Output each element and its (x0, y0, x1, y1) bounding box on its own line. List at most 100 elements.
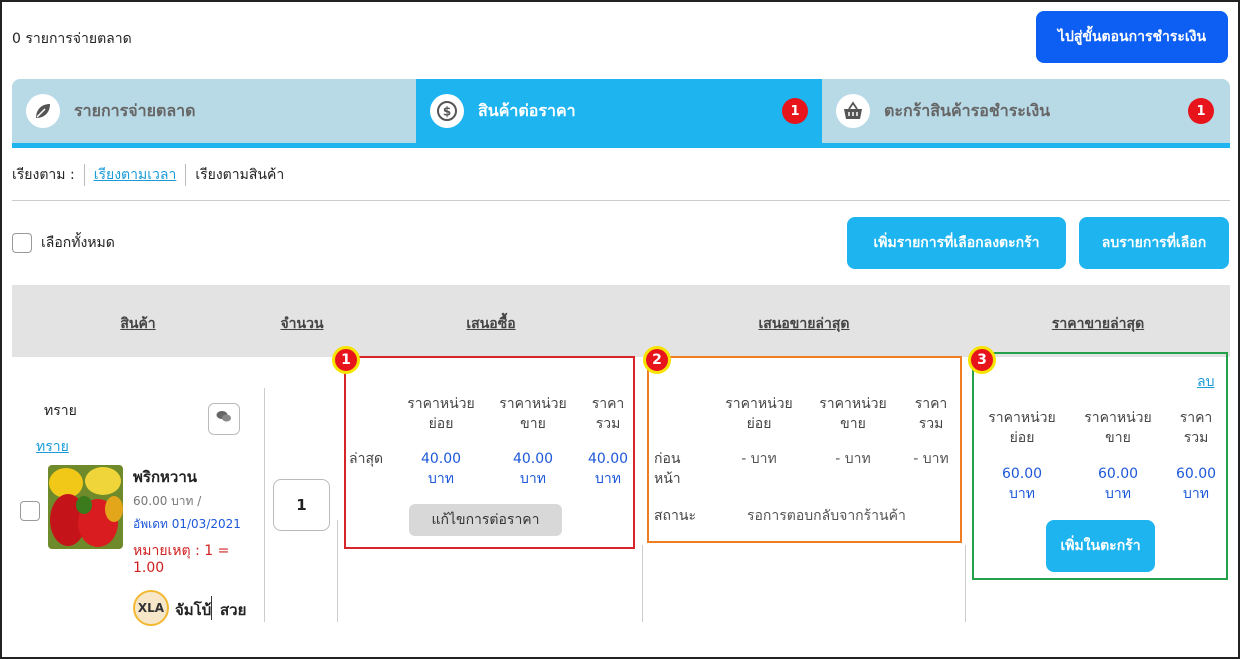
offer-header-unit-b: ราคาหน่วย (499, 396, 567, 412)
currency-unit: บาท (520, 471, 546, 487)
checkout-button[interactable]: ไปสู่ขั้นตอนการชำระเงิน (1036, 11, 1228, 63)
latest-offer-header-total2: รวม (918, 416, 944, 432)
latest-offer-header-unit-b: ราคาหน่วย (819, 396, 887, 412)
currency-unit: บาท (1183, 486, 1209, 502)
divider (12, 200, 1230, 201)
latest-offer-unit-price-b: - บาท (835, 451, 871, 467)
tab-bar: รายการจ่ายตลาด $ สินค้าต่อราคา 1 ตะกร้าส… (12, 79, 1230, 143)
notification-badge: 1 (782, 98, 808, 124)
offer-header-unit-a: ราคาหน่วย (407, 396, 475, 412)
leaf-icon (26, 94, 60, 128)
offer-header-unit-b2: ขาย (520, 416, 546, 432)
currency-unit: บาท (428, 471, 454, 487)
status-value: รอการตอบกลับจากร้านค้า (747, 508, 906, 524)
latest-unit-price-a: 60.00 (1001, 466, 1043, 482)
column-header-offer[interactable]: เสนอซื้อ (466, 313, 515, 335)
quantity-input[interactable]: 1 (273, 479, 330, 531)
offer-header-total2: รวม (595, 416, 621, 432)
table-header: สินค้า จำนวน เสนอซื้อ เสนอขายล่าสุด ราคา… (12, 285, 1230, 357)
chat-button[interactable] (208, 403, 240, 435)
add-to-cart-button[interactable]: เพิ่มในตะกร้า (1046, 520, 1155, 572)
market-list-count: 0 รายการจ่ายตลาด (12, 31, 132, 47)
offer-row-label: ล่าสุด (349, 451, 384, 467)
sort-options: เรียงตาม : เรียงตามเวลา เรียงตามสินค้า (12, 164, 284, 186)
currency-unit: บาท (1105, 486, 1131, 502)
divider (337, 520, 338, 622)
sort-by-product-link[interactable]: เรียงตามสินค้า (195, 164, 284, 186)
tab-label: รายการจ่ายตลาด (74, 100, 196, 120)
notification-badge: 1 (1188, 98, 1214, 124)
divider (185, 164, 187, 186)
column-header-product[interactable]: สินค้า (120, 313, 155, 335)
divider (642, 545, 643, 622)
sort-by-time-link[interactable]: เรียงตามเวลา (94, 164, 177, 186)
marker-2: 2 (643, 346, 671, 374)
product-name: พริกหวาน (133, 468, 198, 486)
unit-price: 60.00 บาท / (133, 494, 202, 508)
latest-offer-header-unit-b2: ขาย (840, 416, 866, 432)
latest-price-header-unit-a: ราคาหน่วย (988, 410, 1056, 426)
offer-header-total: ราคา (591, 396, 625, 412)
edit-offer-button[interactable]: แก้ไขการต่อราคา (409, 504, 562, 536)
latest-offer-row-label: ก่อน (654, 451, 681, 467)
latest-price-header-total: ราคา (1179, 410, 1213, 426)
currency-unit: บาท (595, 471, 621, 487)
latest-offer-total-price: - บาท (913, 451, 949, 467)
latest-price-header-unit-b2: ขาย (1105, 430, 1131, 446)
latest-price-header-total2: รวม (1183, 430, 1209, 446)
column-header-quantity[interactable]: จำนวน (280, 313, 323, 335)
tab-cart-pending[interactable]: ตะกร้าสินค้ารอชำระเงิน 1 (822, 79, 1230, 143)
dollar-coin-icon: $ (430, 94, 464, 128)
latest-price-header-unit-b: ราคาหน่วย (1084, 410, 1152, 426)
divider (83, 164, 85, 186)
status-label: สถานะ (654, 508, 696, 524)
delete-selected-button[interactable]: ลบรายการที่เลือก (1079, 217, 1229, 269)
latest-offer-unit-price-a: - บาท (741, 451, 777, 467)
seller-avatar: XLA (133, 590, 169, 626)
offer-header-unit-a2: ย่อย (428, 416, 454, 432)
select-all-label: เลือกทั้งหมด (41, 235, 115, 251)
latest-total-price: 60.00 (1175, 466, 1217, 482)
latest-unit-price-b: 60.00 (1097, 466, 1139, 482)
basket-icon (836, 94, 870, 128)
divider (264, 388, 265, 622)
note: หมายเหตุ : 1 = (133, 543, 230, 559)
svg-text:$: $ (443, 105, 451, 119)
offer-unit-price-a: 40.00 (420, 451, 462, 467)
chat-icon (216, 410, 232, 428)
divider (965, 545, 966, 622)
tab-price-offers[interactable]: $ สินค้าต่อราคา 1 (416, 79, 822, 143)
sort-label: เรียงตาม : (12, 167, 75, 183)
note-value: 1.00 (133, 560, 165, 576)
currency-unit: บาท (1009, 486, 1035, 502)
column-header-latest-offer[interactable]: เสนอขายล่าสุด (758, 313, 849, 335)
select-all[interactable]: เลือกทั้งหมด (12, 232, 115, 254)
offer-total-price: 40.00 (587, 451, 629, 467)
seller-tag: สวย (220, 601, 247, 619)
add-selected-to-cart-button[interactable]: เพิ่มรายการที่เลือกลงตะกร้า (847, 217, 1066, 269)
updated-date: อัพเดท 01/03/2021 (133, 517, 241, 531)
offer-unit-price-b: 40.00 (512, 451, 554, 467)
group-name: ทราย (44, 403, 77, 419)
group-link[interactable]: ทราย (36, 436, 69, 458)
select-all-checkbox[interactable] (12, 233, 32, 253)
marker-3: 3 (968, 346, 996, 374)
row-checkbox[interactable] (20, 501, 40, 521)
tab-underline (12, 143, 1230, 148)
tab-label: สินค้าต่อราคา (478, 100, 576, 120)
latest-offer-header-total: ราคา (914, 396, 948, 412)
latest-offer-header-unit-a: ราคาหน่วย (725, 396, 793, 412)
divider (211, 596, 212, 620)
tab-label: ตะกร้าสินค้ารอชำระเงิน (884, 100, 1051, 120)
tab-market-list[interactable]: รายการจ่ายตลาด (12, 79, 416, 143)
latest-price-header-unit-a2: ย่อย (1009, 430, 1035, 446)
latest-offer-box: 2 ราคาหน่วยย่อย ราคาหน่วยขาย ราคารวม ก่อ… (643, 346, 962, 543)
column-header-latest-price[interactable]: ราคาขายล่าสุด (1052, 313, 1144, 335)
offer-box: 1 ราคาหน่วย ย่อย ราคาหน่วย ขาย ราคา รวม ล่า… (332, 346, 635, 549)
delete-link[interactable]: ลบ (1197, 371, 1214, 393)
latest-price-box: 3 ลบ ราคาหน่วย ย่อย ราคาหน่วย ขาย ราคา รวม … (968, 346, 1228, 580)
latest-offer-row-label2: หน้า (654, 471, 681, 487)
seller-name: จัมโบ้ (175, 601, 212, 619)
latest-offer-header-unit-a2: ย่อย (746, 416, 772, 432)
product-image (48, 465, 123, 549)
